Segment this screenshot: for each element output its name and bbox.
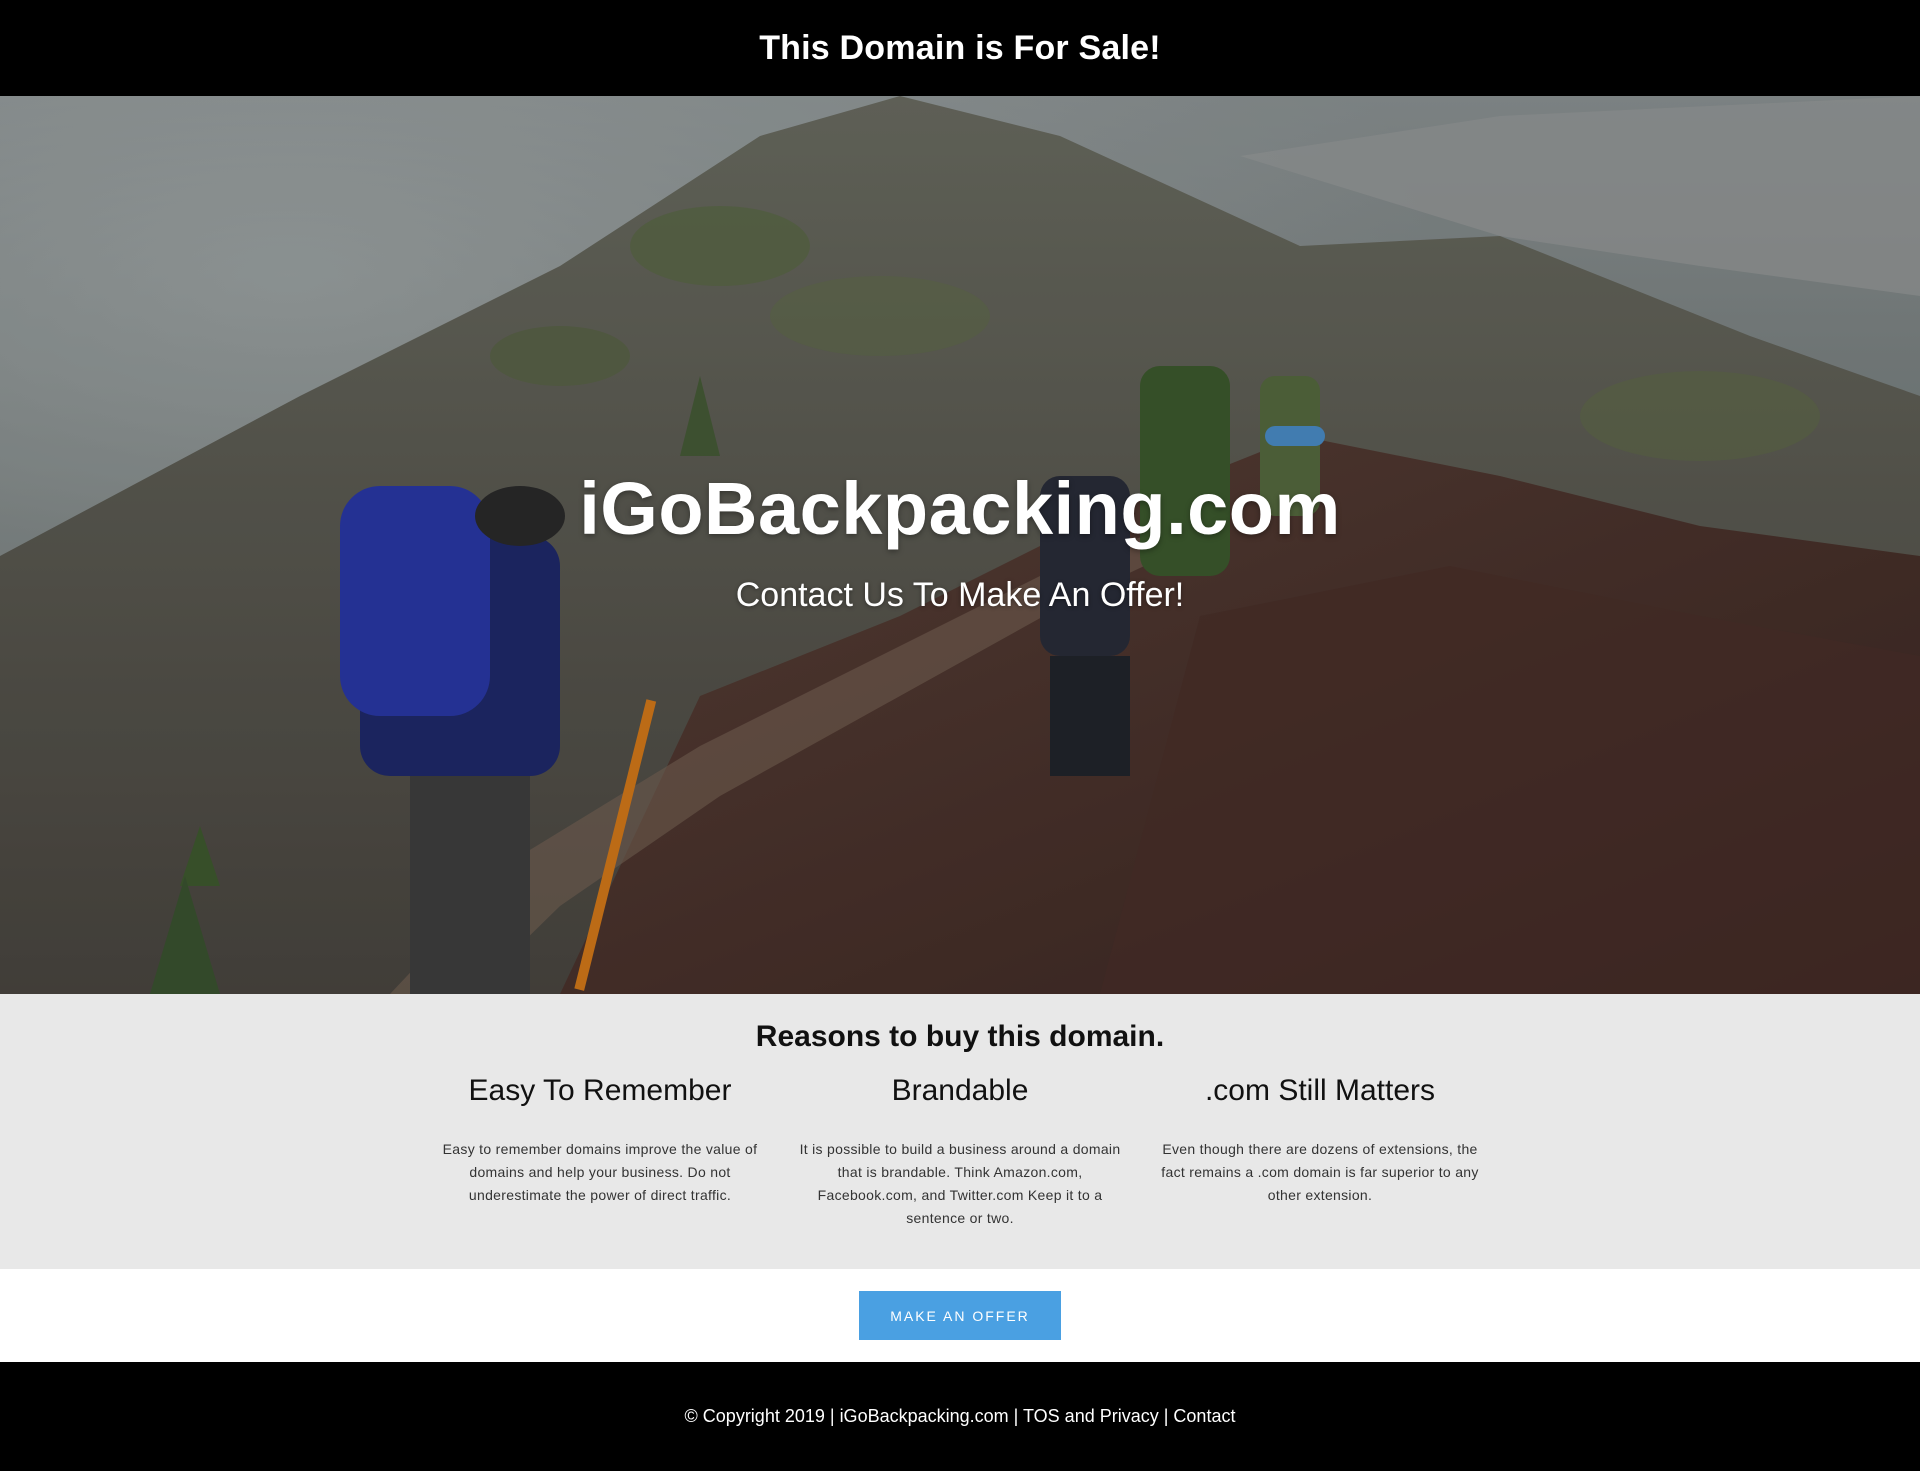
contact-subtitle: Contact Us To Make An Offer! — [735, 576, 1185, 614]
reason-easy-to-remember: Easy To Remember Easy to remember domain… — [435, 1074, 765, 1207]
reason-text: Easy to remember domains improve the val… — [442, 1141, 758, 1203]
footer-line: © Copyright 2019 | iGoBackpacking.com | … — [685, 1406, 1236, 1427]
footer: © Copyright 2019 | iGoBackpacking.com | … — [0, 1362, 1920, 1471]
reasons-heading: Reasons to buy this domain. — [755, 1020, 1165, 1053]
footer-tos-link[interactable]: TOS and Privacy — [1023, 1406, 1159, 1426]
reason-text: It is possible to build a business aroun… — [799, 1141, 1121, 1226]
cta-strip: MAKE AN OFFER — [0, 1269, 1920, 1362]
reason-com-still-matters: .com Still Matters Even though there are… — [1155, 1074, 1485, 1207]
footer-separator: | — [1158, 1406, 1174, 1426]
reason-brandable: Brandable It is possible to build a busi… — [795, 1074, 1125, 1230]
footer-contact-link[interactable]: Contact — [1173, 1406, 1235, 1426]
reason-title: Easy To Remember — [468, 1074, 732, 1107]
reason-text: Even though there are dozens of extensio… — [1161, 1141, 1479, 1203]
sale-banner-title: This Domain is For Sale! — [759, 28, 1161, 67]
domain-name-title: iGoBackpacking.com — [579, 467, 1341, 550]
footer-separator: | — [1008, 1406, 1023, 1426]
reason-title: Brandable — [891, 1074, 1029, 1107]
reason-title: .com Still Matters — [1204, 1074, 1436, 1107]
reasons-section: Reasons to buy this domain. Easy To Reme… — [0, 994, 1920, 1269]
hero-text: iGoBackpacking.com Contact Us To Make An… — [0, 96, 1920, 994]
copyright-text: © Copyright 2019 | — [684, 1406, 840, 1426]
hero-section: iGoBackpacking.com Contact Us To Make An… — [0, 96, 1920, 994]
make-offer-button[interactable]: MAKE AN OFFER — [859, 1291, 1061, 1340]
top-banner: This Domain is For Sale! — [0, 0, 1920, 96]
footer-site-link[interactable]: iGoBackpacking.com — [840, 1406, 1009, 1426]
